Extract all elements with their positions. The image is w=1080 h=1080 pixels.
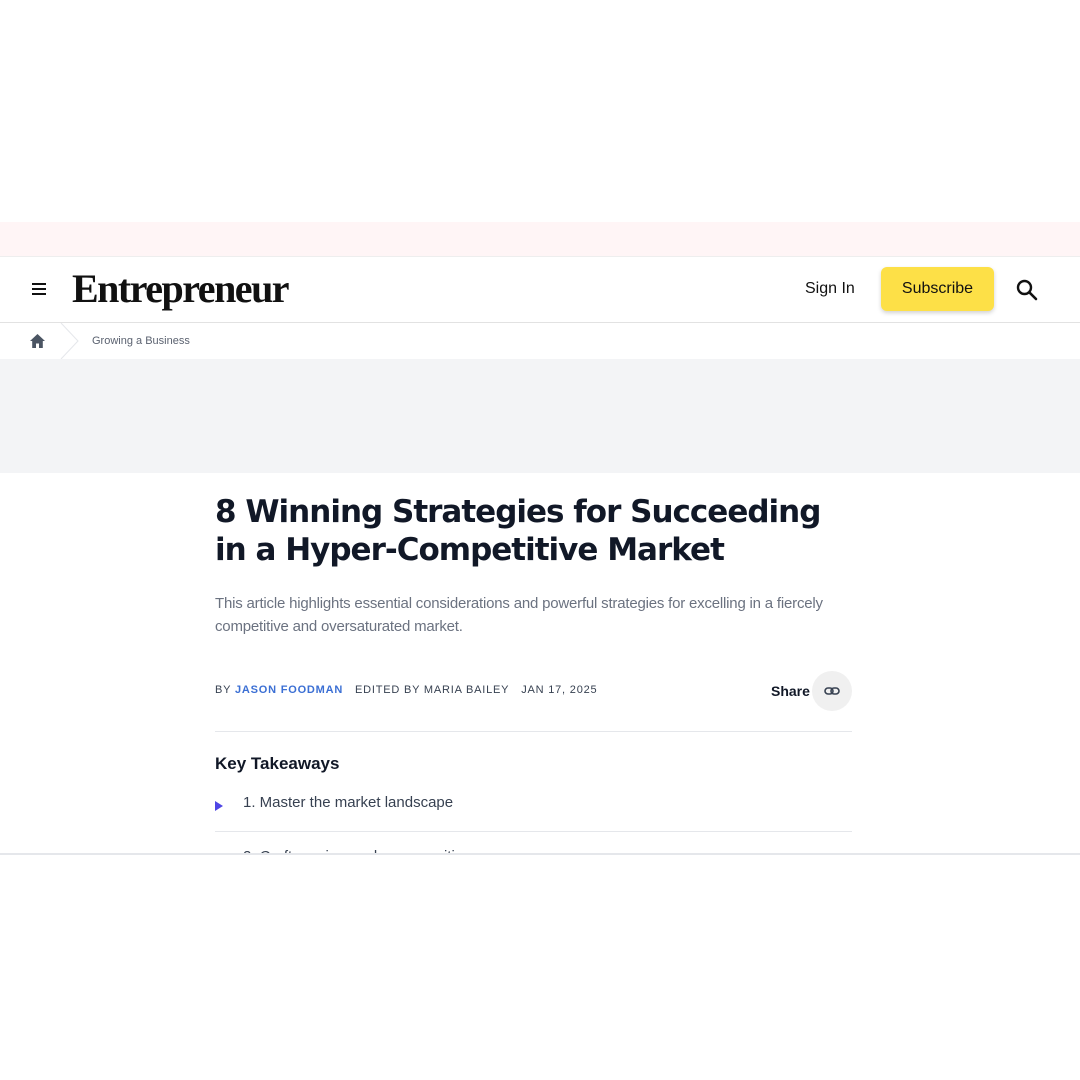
editor-credit: Edited by Maria Bailey [354, 684, 510, 696]
subscribe-button[interactable]: Subscribe [881, 267, 994, 311]
key-takeaway-item[interactable]: 1. Master the market landscape [215, 786, 852, 832]
blank-area [0, 855, 1080, 1080]
top-banner-strip [0, 222, 1080, 256]
author-link[interactable]: Jason Foodman [235, 684, 343, 696]
share-label[interactable]: Share [771, 683, 810, 699]
link-icon [824, 687, 840, 695]
article-title: 8 Winning Strategies for Succeeding in a… [215, 494, 821, 568]
home-icon[interactable] [29, 333, 46, 349]
breadcrumb-separator [60, 323, 79, 359]
triangle-right-icon [215, 801, 223, 811]
menu-icon[interactable] [30, 282, 49, 298]
share-link-button[interactable] [812, 671, 852, 711]
breadcrumb: Growing a Business [0, 323, 1080, 359]
byline-by: By [215, 684, 232, 696]
site-header: Entrepreneur Sign In Subscribe [0, 256, 1080, 323]
article-dek: This article highlights essential consid… [215, 595, 823, 635]
site-logo[interactable]: Entrepreneur [72, 263, 290, 315]
publish-date: Jan 17, 2025 [521, 684, 598, 696]
byline: By Jason Foodman Edited by Maria Bailey … [215, 671, 852, 711]
breadcrumb-section-link[interactable]: Growing a Business [92, 334, 190, 348]
key-takeaway-label: 1. Master the market landscape [243, 794, 454, 811]
key-takeaways-title: Key Takeaways [215, 754, 340, 773]
ad-placeholder [0, 359, 1080, 473]
sign-in-link[interactable]: Sign In [805, 279, 855, 299]
byline-text: By Jason Foodman Edited by Maria Bailey … [215, 683, 597, 697]
article: 8 Winning Strategies for Succeeding in a… [215, 493, 852, 882]
search-icon[interactable] [1015, 278, 1039, 302]
divider [215, 731, 852, 732]
